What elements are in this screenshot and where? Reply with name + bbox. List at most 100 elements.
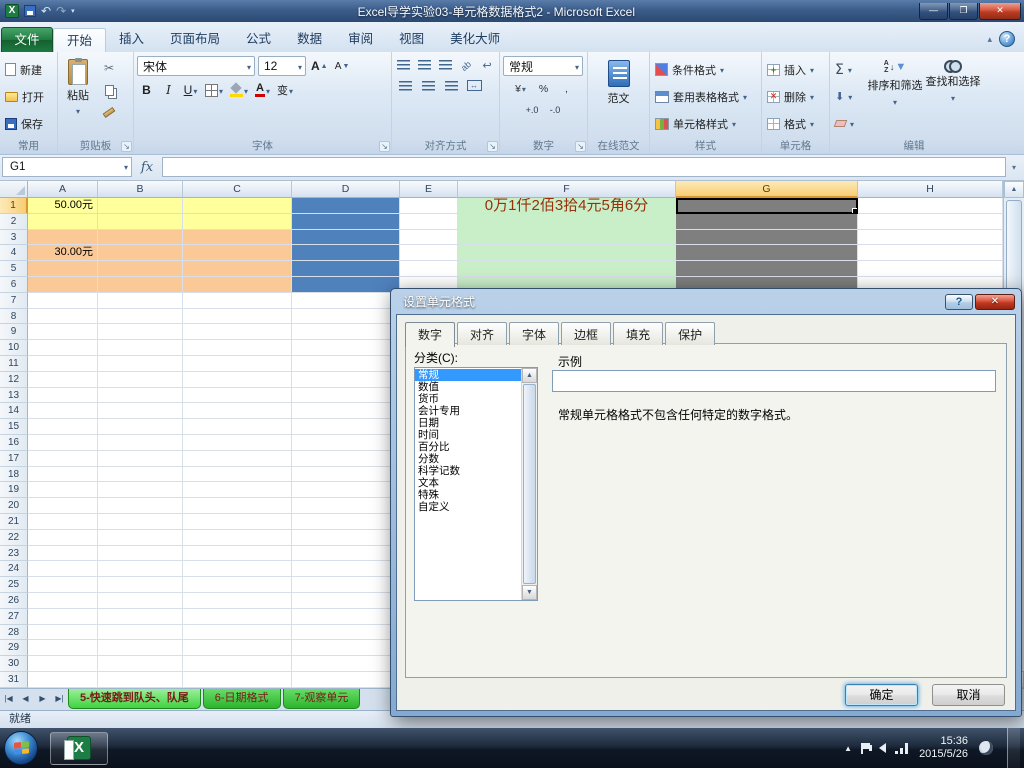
ribbon-tab-6[interactable]: 审阅 <box>335 27 386 52</box>
start-button[interactable] <box>4 731 38 765</box>
cell-C28[interactable] <box>183 624 292 641</box>
cell-E2[interactable] <box>400 213 458 230</box>
cell-D6[interactable] <box>292 276 400 293</box>
qat-undo-icon[interactable]: ↶ <box>41 5 51 17</box>
cell-B10[interactable] <box>98 340 183 356</box>
alignment-dialog-launcher[interactable] <box>487 141 498 152</box>
cell-A29[interactable] <box>28 640 98 657</box>
row-header-21[interactable]: 21 <box>0 513 28 530</box>
cell-D10[interactable] <box>292 340 400 356</box>
cell-A13[interactable] <box>28 387 98 404</box>
conditional-dropdown-icon[interactable] <box>720 64 724 76</box>
cell-A16[interactable] <box>28 434 98 451</box>
cell-D25[interactable] <box>292 577 400 593</box>
column-header-F[interactable]: F <box>458 181 676 198</box>
cell-C11[interactable] <box>183 355 292 372</box>
cell-C13[interactable] <box>183 387 292 404</box>
row-header-12[interactable]: 12 <box>0 371 28 388</box>
wrap-text-button[interactable] <box>478 56 496 73</box>
clipboard-dialog-launcher[interactable] <box>121 141 132 152</box>
column-header-H[interactable]: H <box>858 181 1003 198</box>
format-as-table-button[interactable]: 套用表格格式 <box>652 86 759 108</box>
cell-B22[interactable] <box>98 529 183 546</box>
row-header-7[interactable]: 7 <box>0 292 28 309</box>
cell-H4[interactable] <box>858 245 1003 262</box>
cell-C14[interactable] <box>183 403 292 420</box>
decrease-font-button[interactable]: A ▼ <box>333 56 352 76</box>
align-top-button[interactable] <box>395 56 413 73</box>
sort-filter-button[interactable]: A Z ↓ ▼ 排序和筛选 <box>866 54 924 139</box>
cell-C10[interactable] <box>183 340 292 356</box>
cell-A2[interactable] <box>28 213 98 230</box>
cell-D16[interactable] <box>292 434 400 451</box>
column-header-D[interactable]: D <box>292 181 400 198</box>
copy-button[interactable] <box>98 81 120 99</box>
find-select-button[interactable]: 查找和选择 <box>924 54 982 139</box>
cell-C18[interactable] <box>183 466 292 483</box>
cell-styles-button[interactable]: 单元格样式 <box>652 113 759 135</box>
cell-F4[interactable] <box>458 245 676 262</box>
font-size-combo[interactable]: 12 <box>258 56 306 76</box>
network-icon[interactable] <box>895 742 909 754</box>
new-button[interactable]: 新建 <box>2 61 55 79</box>
cell-H1[interactable] <box>858 198 1003 214</box>
font-color-button[interactable]: A <box>253 80 272 100</box>
cell-H2[interactable] <box>858 213 1003 230</box>
category-item-10[interactable]: 文本 <box>415 477 521 489</box>
cell-B23[interactable] <box>98 545 183 562</box>
cell-A24[interactable] <box>28 561 98 578</box>
phonetic-button[interactable]: 变 <box>275 80 295 100</box>
cell-F3[interactable] <box>458 229 676 246</box>
underline-dropdown-icon[interactable] <box>193 83 197 97</box>
clear-button[interactable] <box>832 113 866 135</box>
row-header-25[interactable]: 25 <box>0 577 28 593</box>
ribbon-tab-2[interactable]: 插入 <box>106 27 157 52</box>
listbox-scroll-down-icon[interactable]: ▼ <box>522 585 537 600</box>
fill-color-button[interactable] <box>228 80 250 100</box>
cell-C19[interactable] <box>183 482 292 499</box>
row-header-16[interactable]: 16 <box>0 434 28 451</box>
show-desktop-button[interactable] <box>1007 728 1020 768</box>
fill-dropdown-icon[interactable] <box>848 91 852 103</box>
cell-B27[interactable] <box>98 608 183 625</box>
row-header-2[interactable]: 2 <box>0 213 28 230</box>
hidden-icons-button[interactable]: ▲ <box>844 744 852 753</box>
dialog-help-button[interactable]: ? <box>945 293 973 310</box>
merge-center-button[interactable] <box>464 77 484 94</box>
ribbon-tab-4[interactable]: 公式 <box>233 27 284 52</box>
cell-C21[interactable] <box>183 513 292 530</box>
borders-button[interactable] <box>203 80 225 100</box>
cell-D12[interactable] <box>292 371 400 388</box>
row-header-4[interactable]: 4 <box>0 245 28 262</box>
cell-D23[interactable] <box>292 545 400 562</box>
increase-font-button[interactable]: A ▲ <box>309 56 330 76</box>
number-dialog-launcher[interactable] <box>575 141 586 152</box>
cell-G5[interactable] <box>676 261 858 277</box>
cell-D5[interactable] <box>292 261 400 277</box>
align-left-button[interactable] <box>395 77 415 94</box>
row-header-6[interactable]: 6 <box>0 276 28 293</box>
listbox-scroll-up-icon[interactable]: ▲ <box>522 368 537 383</box>
cell-C9[interactable] <box>183 324 292 341</box>
next-sheet-button[interactable]: ▶ <box>34 689 51 710</box>
cell-B2[interactable] <box>98 213 183 230</box>
row-header-23[interactable]: 23 <box>0 545 28 562</box>
category-item-9[interactable]: 科学记数 <box>415 465 521 477</box>
cell-C27[interactable] <box>183 608 292 625</box>
borders-dropdown-icon[interactable] <box>219 83 223 97</box>
cell-A8[interactable] <box>28 308 98 325</box>
autosum-button[interactable]: Σ <box>832 59 866 81</box>
cell-B18[interactable] <box>98 466 183 483</box>
cell-C2[interactable] <box>183 213 292 230</box>
comma-button[interactable]: , <box>557 80 577 97</box>
expand-formula-bar-icon[interactable]: ▾ <box>1006 163 1022 172</box>
cell-A7[interactable] <box>28 292 98 309</box>
align-center-button[interactable] <box>418 77 438 94</box>
delete-dropdown-icon[interactable] <box>810 91 814 103</box>
insert-dropdown-icon[interactable] <box>810 64 814 76</box>
cell-A17[interactable] <box>28 450 98 467</box>
row-header-26[interactable]: 26 <box>0 592 28 609</box>
last-sheet-button[interactable]: ▶| <box>51 689 68 710</box>
table-format-dropdown-icon[interactable] <box>743 91 747 103</box>
tray-utility-icon[interactable] <box>979 741 993 755</box>
